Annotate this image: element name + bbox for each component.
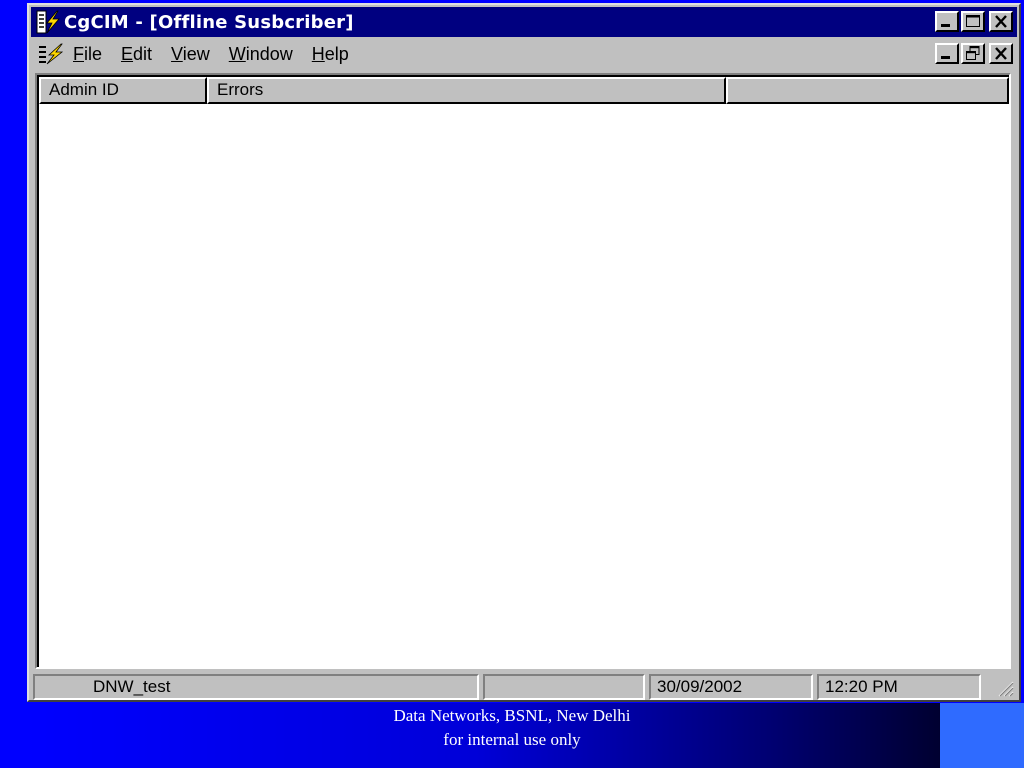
list-view-inner: Admin ID Errors [37, 75, 1009, 667]
column-header-errors[interactable]: Errors [207, 77, 726, 104]
slide: CgCIM - [Offline Susbcriber] File Edit V… [0, 0, 1024, 768]
status-date: 30/09/2002 [649, 674, 813, 700]
status-time: 12:20 PM [817, 674, 981, 700]
footer-line-2: for internal use only [443, 730, 581, 749]
footer-text: Data Networks, BSNL, New Delhi for inter… [0, 704, 1024, 752]
menu-file-label: ile [84, 43, 103, 64]
child-close-button[interactable] [989, 43, 1013, 64]
status-user: DNW_test [33, 674, 479, 700]
minimize-button[interactable] [935, 11, 959, 32]
menu-bar: File Edit View Window Help [31, 39, 1017, 69]
child-minimize-button[interactable] [935, 43, 959, 64]
restore-icon [966, 46, 980, 60]
column-header-blank[interactable] [726, 77, 1009, 104]
menu-window-label: indow [245, 43, 293, 64]
menu-help-accel: H [311, 43, 325, 64]
list-view[interactable]: Admin ID Errors [35, 73, 1011, 669]
minimize-icon [941, 56, 950, 59]
menu-view[interactable]: View [171, 44, 210, 65]
menu-edit-label: dit [133, 43, 153, 64]
title-bar[interactable]: CgCIM - [Offline Susbcriber] [31, 7, 1017, 37]
minimize-icon [941, 24, 950, 27]
menu-window-accel: W [228, 43, 246, 64]
resize-grip-icon[interactable] [993, 676, 1015, 698]
status-blank [483, 674, 645, 700]
menu-edit[interactable]: Edit [121, 44, 152, 65]
menu-help-label: elp [324, 43, 349, 64]
column-header-admin-id[interactable]: Admin ID [39, 77, 207, 104]
database-lightning-icon[interactable] [35, 9, 61, 35]
menu-edit-accel: E [121, 43, 134, 64]
close-button[interactable] [989, 11, 1013, 32]
window-title: CgCIM - [Offline Susbcriber] [64, 11, 354, 33]
title-buttons [933, 11, 1013, 32]
list-header: Admin ID Errors [39, 77, 1009, 104]
app-window: CgCIM - [Offline Susbcriber] File Edit V… [27, 3, 1021, 702]
close-icon [995, 15, 1007, 28]
menu-file[interactable]: File [73, 44, 102, 65]
footer-line-1: Data Networks, BSNL, New Delhi [393, 706, 631, 725]
status-bar: DNW_test 30/09/2002 12:20 PM [33, 674, 1015, 700]
menu-window[interactable]: Window [229, 44, 293, 65]
maximize-icon [966, 15, 980, 27]
child-restore-button[interactable] [961, 43, 985, 64]
maximize-button[interactable] [961, 11, 985, 32]
database-lightning-icon[interactable] [37, 43, 64, 65]
menu-help[interactable]: Help [312, 44, 349, 65]
mdi-buttons [933, 43, 1013, 64]
menu-view-label: iew [182, 43, 210, 64]
close-icon [995, 47, 1007, 60]
menu-view-accel: V [171, 43, 183, 64]
menu-file-accel: F [73, 43, 84, 64]
